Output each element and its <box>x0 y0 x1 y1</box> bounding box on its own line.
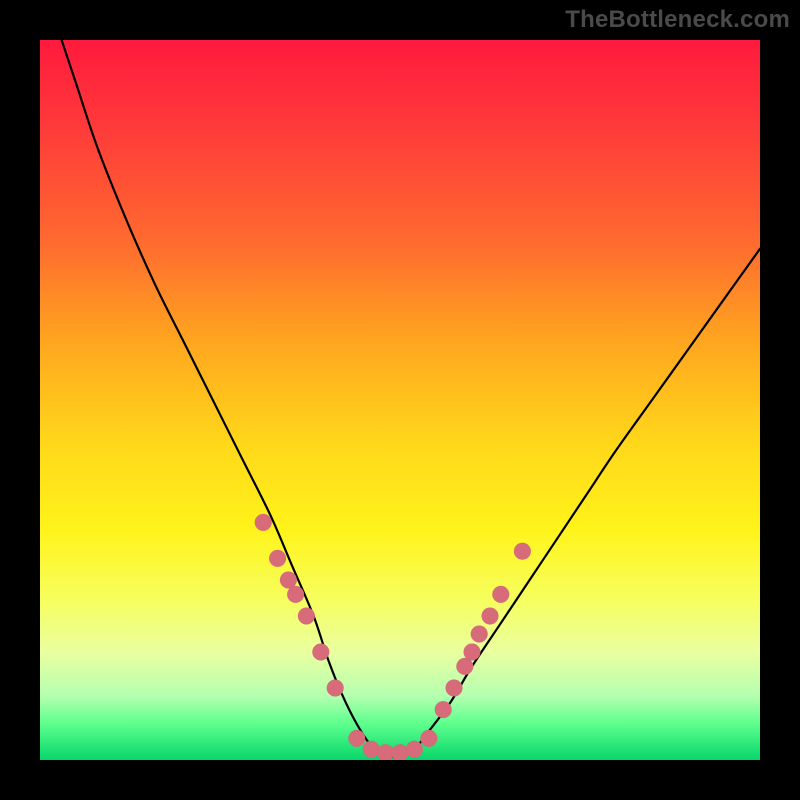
data-marker <box>406 741 423 758</box>
data-marker <box>446 680 463 697</box>
data-marker <box>514 543 531 560</box>
data-marker <box>298 608 315 625</box>
data-marker <box>269 550 286 567</box>
chart-overlay <box>40 40 760 760</box>
data-marker <box>312 644 329 661</box>
data-marker <box>363 741 380 758</box>
data-marker <box>348 730 365 747</box>
plot-area <box>40 40 760 760</box>
data-marker <box>392 744 409 760</box>
chart-markers <box>255 514 531 760</box>
data-marker <box>471 626 488 643</box>
data-marker <box>435 701 452 718</box>
data-marker <box>492 586 509 603</box>
data-marker <box>287 586 304 603</box>
chart-stage: TheBottleneck.com <box>0 0 800 800</box>
data-marker <box>420 730 437 747</box>
bottleneck-curve <box>62 40 760 757</box>
watermark-text: TheBottleneck.com <box>565 6 790 34</box>
data-marker <box>482 608 499 625</box>
data-marker <box>464 644 481 661</box>
data-marker <box>255 514 272 531</box>
data-marker <box>327 680 344 697</box>
